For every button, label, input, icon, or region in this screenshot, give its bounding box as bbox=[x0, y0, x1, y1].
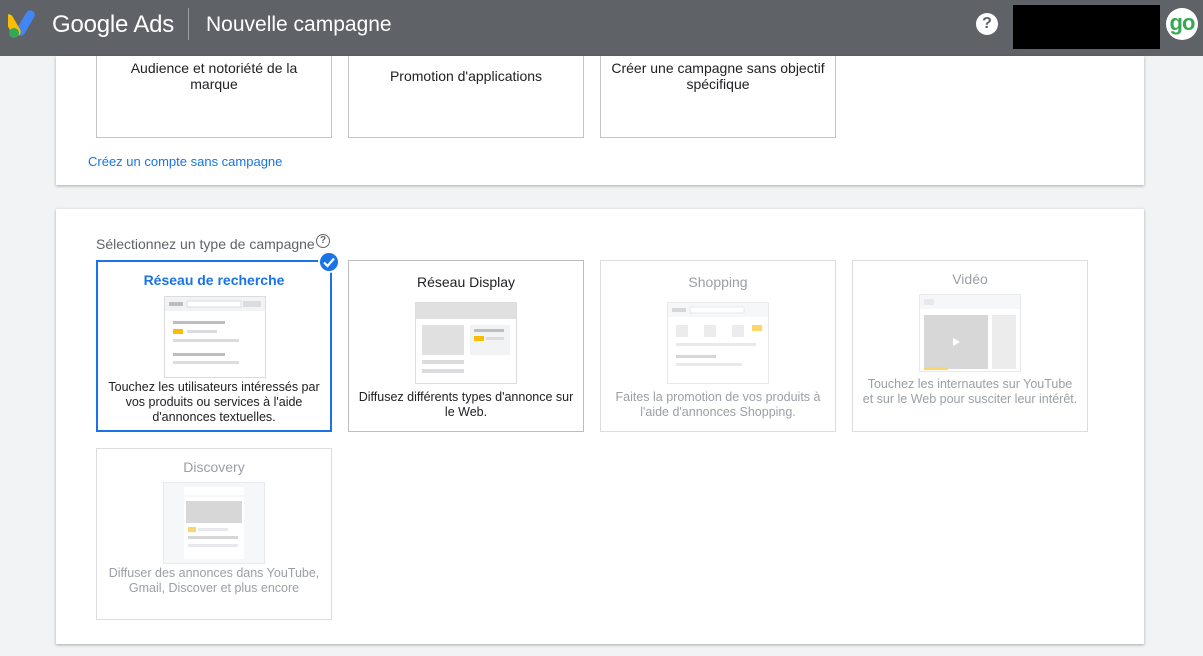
help-icon[interactable]: ? bbox=[976, 13, 998, 35]
card-title: Shopping bbox=[688, 274, 748, 290]
brand-name: Google Ads bbox=[52, 11, 175, 38]
question-circle-icon[interactable]: ? bbox=[316, 234, 330, 248]
discovery-illustration bbox=[163, 482, 265, 564]
card-description: Diffuser des annonces dans YouTube, Gmai… bbox=[108, 566, 320, 595]
card-description: Touchez les internautes sur YouTube et s… bbox=[862, 377, 1078, 406]
card-description: Touchez les utilisateurs intéressés par … bbox=[108, 380, 320, 424]
goal-card-no-goal[interactable]: Créer une campagne sans objectif spécifi… bbox=[600, 56, 836, 138]
campaign-type-shopping: Shopping Faites la promotion de vos prod… bbox=[600, 260, 836, 432]
search-illustration bbox=[164, 296, 266, 378]
top-bar: Google Ads Nouvelle campagne ? go bbox=[0, 0, 1203, 56]
card-title: Vidéo bbox=[952, 271, 988, 287]
card-description: Faites la promotion de vos produits à l'… bbox=[615, 390, 821, 419]
google-ads-logo bbox=[8, 10, 35, 38]
check-circle-icon bbox=[318, 251, 340, 273]
no-campaign-link[interactable]: Créez un compte sans campagne bbox=[88, 154, 282, 169]
campaign-type-video: Vidéo Touchez les internautes sur YouTub… bbox=[852, 260, 1088, 432]
goal-card-app-promotion[interactable]: Promotion d'applications bbox=[348, 56, 584, 138]
goal-label: Promotion d'applications bbox=[389, 68, 543, 84]
avatar[interactable]: go bbox=[1166, 8, 1198, 40]
display-illustration bbox=[415, 302, 517, 384]
card-title: Discovery bbox=[183, 459, 245, 475]
goal-label: Créer une campagne sans objectif spécifi… bbox=[611, 60, 825, 92]
shopping-illustration bbox=[667, 302, 769, 384]
goal-label: Audience et notoriété de la marque bbox=[130, 60, 298, 92]
card-title: Réseau de recherche bbox=[143, 272, 285, 288]
goal-card-awareness[interactable]: Audience et notoriété de la marque bbox=[96, 56, 332, 138]
page-title: Nouvelle campagne bbox=[206, 13, 392, 36]
card-description: Diffusez différents types d'annonce sur … bbox=[358, 390, 574, 419]
video-illustration bbox=[919, 294, 1021, 372]
campaign-type-discovery: Discovery Diffuser des annonces dans You… bbox=[96, 448, 332, 620]
campaign-type-search[interactable]: Réseau de recherche Touchez les utilisat… bbox=[96, 260, 332, 432]
campaign-type-display[interactable]: Réseau Display Diffusez différents types… bbox=[348, 260, 584, 432]
campaign-type-label: Sélectionnez un type de campagne bbox=[96, 236, 315, 252]
card-title: Réseau Display bbox=[416, 274, 516, 290]
header-divider bbox=[188, 8, 189, 40]
account-info[interactable] bbox=[1013, 5, 1160, 49]
